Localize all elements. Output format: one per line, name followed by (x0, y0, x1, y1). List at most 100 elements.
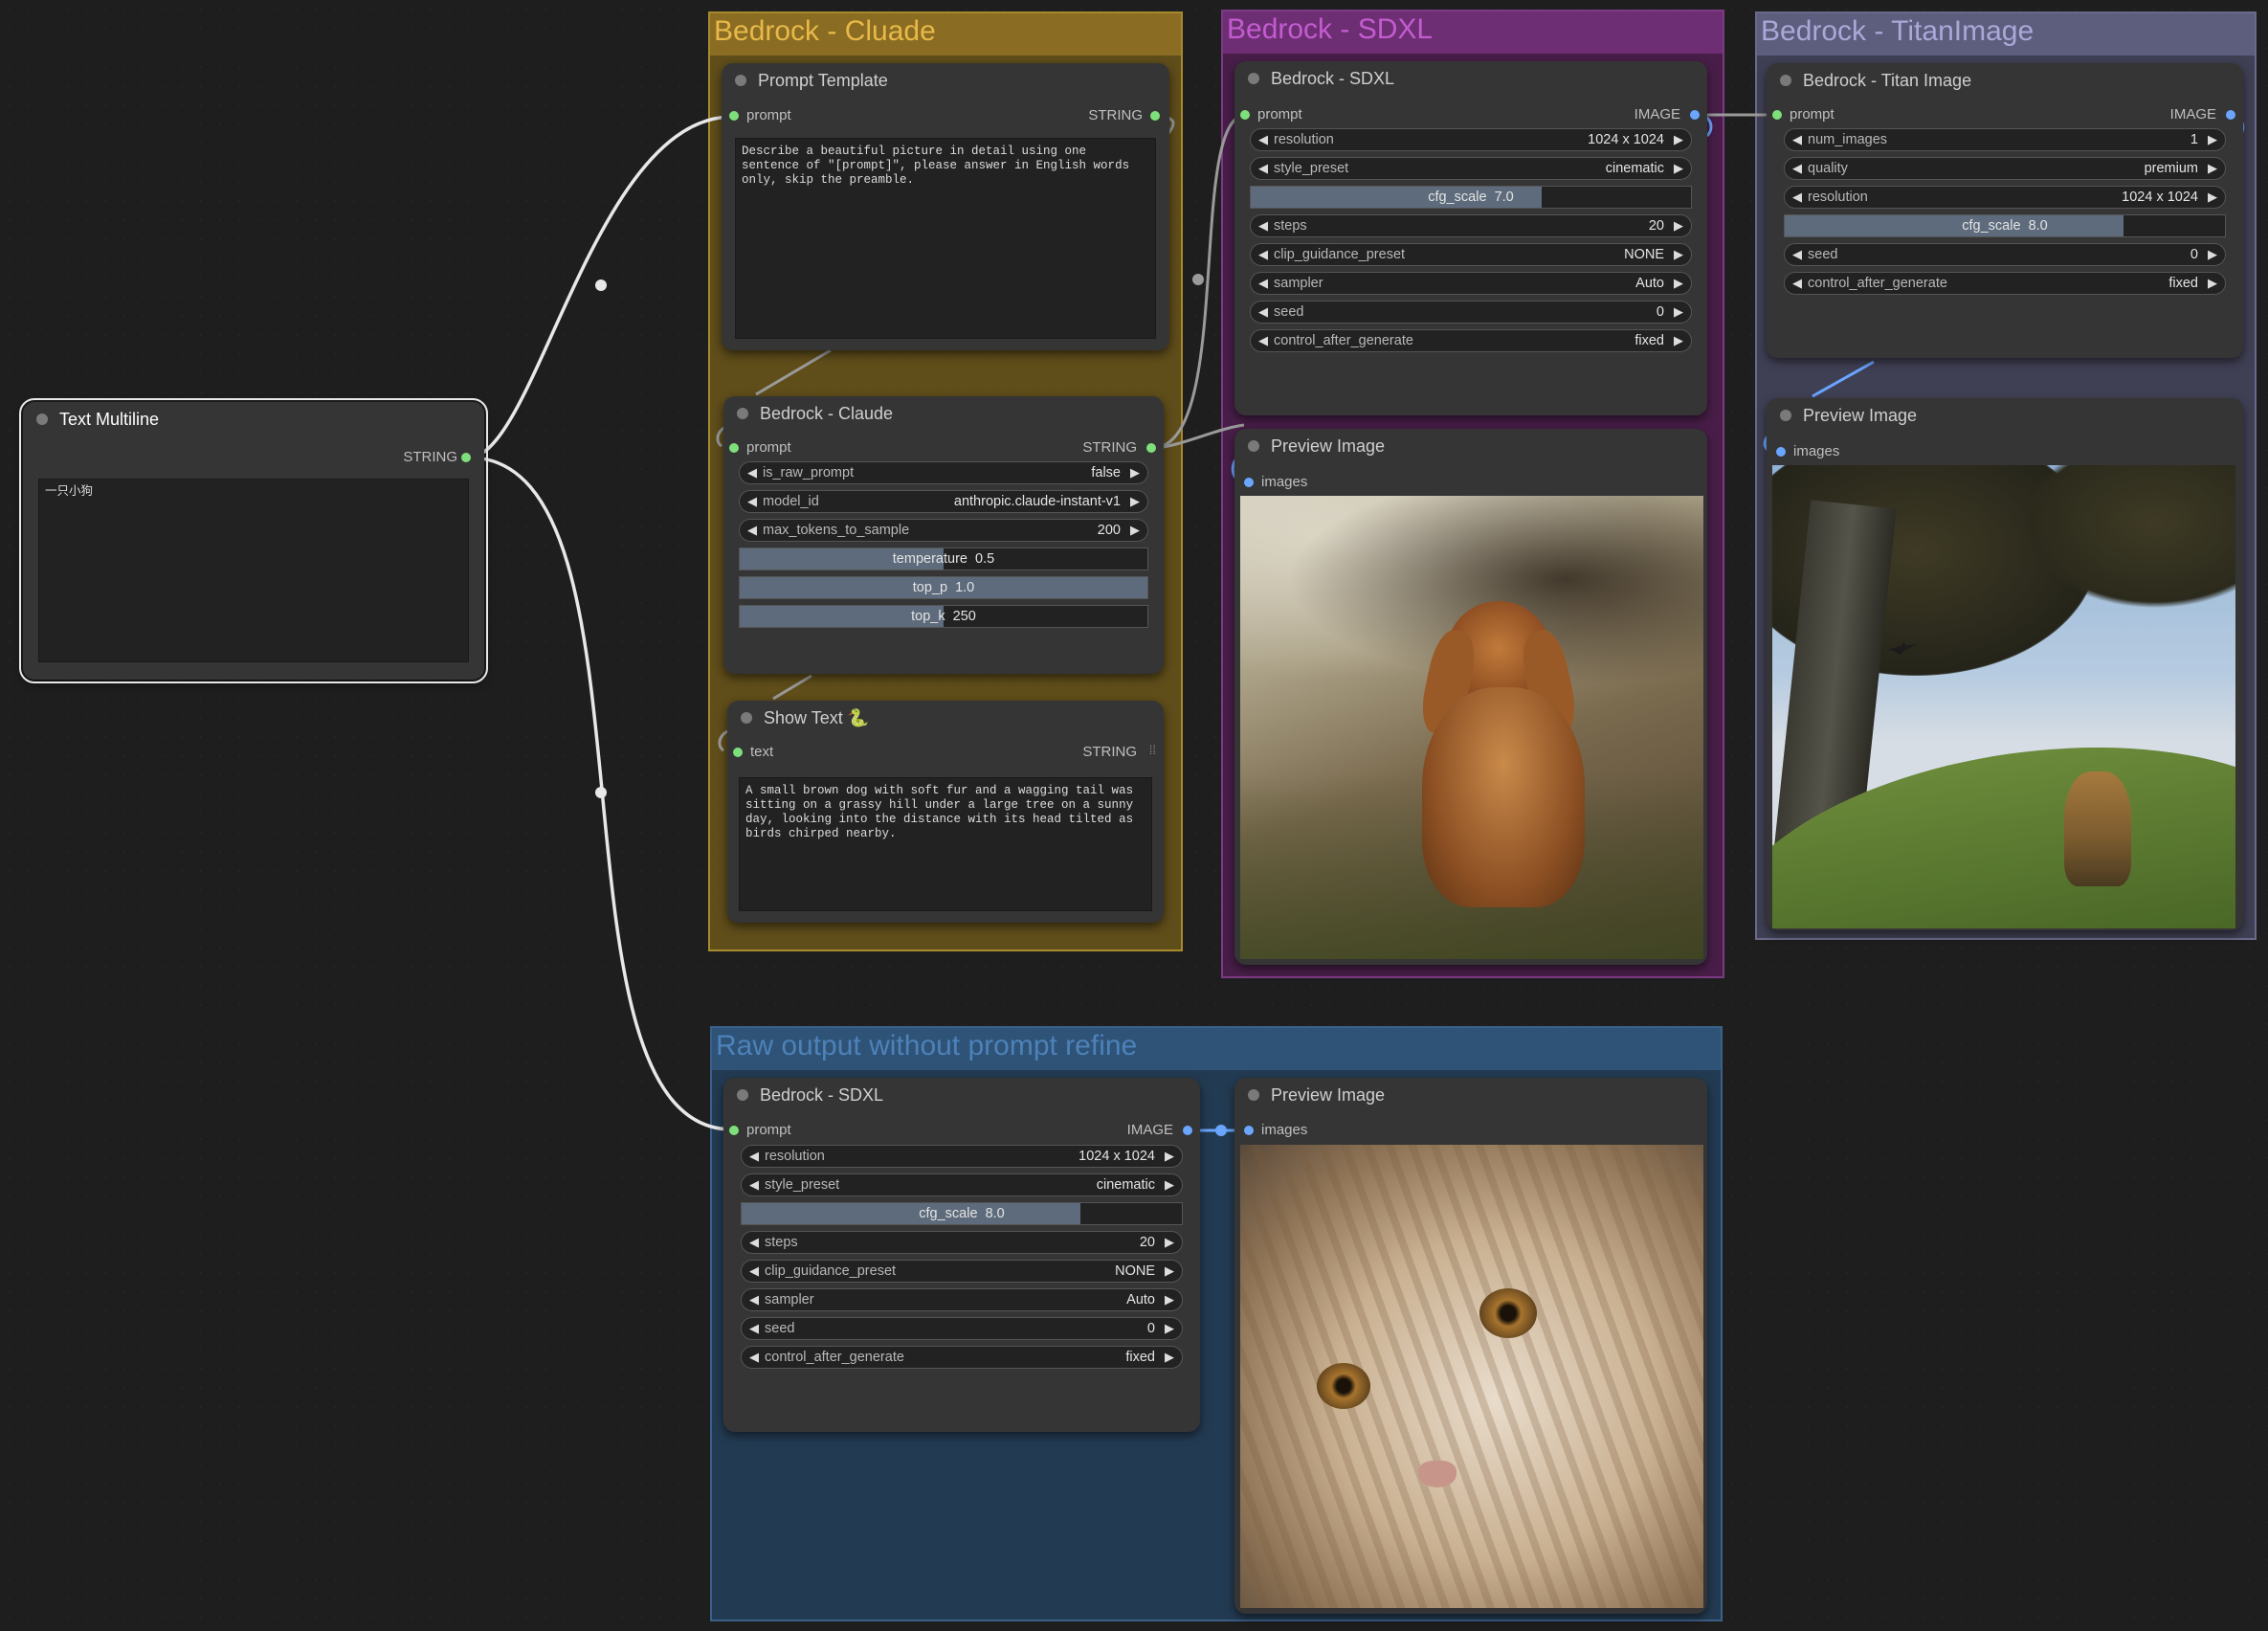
input-slot[interactable] (1244, 478, 1254, 487)
widget-clip-guidance[interactable]: ◀ clip_guidance_preset NONE ▶ (1250, 243, 1692, 266)
slider-temperature[interactable]: temperature 0.5 (739, 547, 1148, 570)
input-slot[interactable] (733, 748, 743, 757)
increment-arrow-icon[interactable]: ▶ (1165, 1292, 1174, 1307)
decrement-arrow-icon[interactable]: ◀ (747, 465, 757, 480)
node-bedrock-claude[interactable]: Bedrock - Claude prompt STRING ◀ is_raw_… (723, 396, 1164, 674)
generated-cat-image[interactable] (1240, 1145, 1703, 1608)
generated-titan-dog-image[interactable] (1772, 465, 2235, 928)
collapse-dot-icon[interactable] (36, 413, 48, 425)
increment-arrow-icon[interactable]: ▶ (1165, 1321, 1174, 1336)
increment-arrow-icon[interactable]: ▶ (1130, 494, 1140, 509)
output-slot[interactable] (1690, 110, 1700, 120)
decrement-arrow-icon[interactable]: ◀ (1792, 132, 1802, 147)
widget-num-images[interactable]: ◀ num_images 1 ▶ (1784, 128, 2226, 151)
node-header[interactable]: Preview Image (1767, 398, 2243, 433)
decrement-arrow-icon[interactable]: ◀ (749, 1292, 759, 1307)
increment-arrow-icon[interactable]: ▶ (1165, 1350, 1174, 1365)
decrement-arrow-icon[interactable]: ◀ (749, 1235, 759, 1250)
decrement-arrow-icon[interactable]: ◀ (747, 494, 757, 509)
decrement-arrow-icon[interactable]: ◀ (749, 1321, 759, 1336)
node-raw-bedrock-sdxl[interactable]: Bedrock - SDXL prompt IMAGE ◀ resolution… (723, 1078, 1200, 1432)
increment-arrow-icon[interactable]: ▶ (1674, 218, 1683, 234)
widget-steps[interactable]: ◀ steps 20 ▶ (741, 1231, 1183, 1254)
widget-seed[interactable]: ◀ seed 0 ▶ (741, 1317, 1183, 1340)
increment-arrow-icon[interactable]: ▶ (2208, 247, 2217, 262)
widget-is-raw-prompt[interactable]: ◀ is_raw_prompt false ▶ (739, 461, 1148, 484)
collapse-dot-icon[interactable] (1248, 73, 1259, 84)
node-header[interactable]: Bedrock - SDXL (723, 1078, 1200, 1112)
input-slot[interactable] (729, 443, 739, 453)
decrement-arrow-icon[interactable]: ◀ (747, 523, 757, 538)
decrement-arrow-icon[interactable]: ◀ (1258, 247, 1268, 262)
generated-dog-image[interactable] (1240, 496, 1703, 959)
output-slot[interactable] (461, 453, 471, 462)
widget-model-id[interactable]: ◀ model_id anthropic.claude-instant-v1 ▶ (739, 490, 1148, 513)
slider-cfg-scale[interactable]: cfg_scale 7.0 (1250, 186, 1692, 209)
collapse-dot-icon[interactable] (1780, 410, 1791, 421)
input-slot[interactable] (1244, 1126, 1254, 1135)
node-preview-image-sdxl[interactable]: Preview Image images (1234, 429, 1707, 965)
widget-max-tokens[interactable]: ◀ max_tokens_to_sample 200 ▶ (739, 519, 1148, 542)
input-slot[interactable] (1772, 110, 1782, 120)
increment-arrow-icon[interactable]: ▶ (2208, 276, 2217, 291)
increment-arrow-icon[interactable]: ▶ (1674, 132, 1683, 147)
increment-arrow-icon[interactable]: ▶ (1165, 1149, 1174, 1164)
increment-arrow-icon[interactable]: ▶ (1165, 1177, 1174, 1193)
node-preview-image-raw[interactable]: Preview Image images (1234, 1078, 1707, 1614)
widget-clip-guidance[interactable]: ◀ clip_guidance_preset NONE ▶ (741, 1260, 1183, 1283)
collapse-dot-icon[interactable] (1248, 440, 1259, 452)
decrement-arrow-icon[interactable]: ◀ (1792, 276, 1802, 291)
increment-arrow-icon[interactable]: ▶ (1674, 276, 1683, 291)
collapse-dot-icon[interactable] (737, 408, 748, 419)
increment-arrow-icon[interactable]: ▶ (2208, 190, 2217, 205)
node-header[interactable]: Bedrock - Titan Image (1767, 63, 2243, 98)
decrement-arrow-icon[interactable]: ◀ (749, 1350, 759, 1365)
output-slot[interactable] (1183, 1126, 1192, 1135)
widget-seed[interactable]: ◀ seed 0 ▶ (1784, 243, 2226, 266)
decrement-arrow-icon[interactable]: ◀ (749, 1263, 759, 1279)
node-show-text[interactable]: Show Text 🐍 text STRING ⁞⁞ A small brown… (727, 701, 1164, 923)
decrement-arrow-icon[interactable]: ◀ (1258, 161, 1268, 176)
increment-arrow-icon[interactable]: ▶ (2208, 161, 2217, 176)
decrement-arrow-icon[interactable]: ◀ (1258, 218, 1268, 234)
decrement-arrow-icon[interactable]: ◀ (1258, 304, 1268, 320)
widget-steps[interactable]: ◀ steps 20 ▶ (1250, 214, 1692, 237)
increment-arrow-icon[interactable]: ▶ (1674, 161, 1683, 176)
increment-arrow-icon[interactable]: ▶ (1674, 333, 1683, 348)
collapse-dot-icon[interactable] (1248, 1089, 1259, 1101)
input-slot[interactable] (1240, 110, 1250, 120)
widget-resolution[interactable]: ◀ resolution 1024 x 1024 ▶ (741, 1145, 1183, 1168)
decrement-arrow-icon[interactable]: ◀ (749, 1177, 759, 1193)
increment-arrow-icon[interactable]: ▶ (1674, 304, 1683, 320)
widget-resolution[interactable]: ◀ resolution 1024 x 1024 ▶ (1784, 186, 2226, 209)
collapse-dot-icon[interactable] (737, 1089, 748, 1101)
widget-resolution[interactable]: ◀ resolution 1024 x 1024 ▶ (1250, 128, 1692, 151)
node-preview-image-titan[interactable]: Preview Image images (1767, 398, 2243, 930)
decrement-arrow-icon[interactable]: ◀ (1792, 190, 1802, 205)
node-header[interactable]: Show Text 🐍 (727, 701, 1164, 735)
output-slot[interactable] (1146, 443, 1156, 453)
slider-top-p[interactable]: top_p 1.0 (739, 576, 1148, 599)
widget-style-preset[interactable]: ◀ style_preset cinematic ▶ (741, 1173, 1183, 1196)
decrement-arrow-icon[interactable]: ◀ (1792, 247, 1802, 262)
node-header[interactable]: Bedrock - Claude (723, 396, 1164, 431)
collapse-dot-icon[interactable] (735, 75, 746, 86)
collapse-dot-icon[interactable] (741, 712, 752, 724)
decrement-arrow-icon[interactable]: ◀ (749, 1149, 759, 1164)
node-header[interactable]: Preview Image (1234, 429, 1707, 463)
widget-control-after-generate[interactable]: ◀ control_after_generate fixed ▶ (741, 1346, 1183, 1369)
node-prompt-template[interactable]: Prompt Template prompt STRING Describe a… (722, 63, 1169, 350)
node-bedrock-sdxl[interactable]: Bedrock - SDXL prompt IMAGE ◀ resolution… (1234, 61, 1707, 415)
node-header[interactable]: Text Multiline (23, 402, 484, 436)
widget-control-after-generate[interactable]: ◀ control_after_generate fixed ▶ (1784, 272, 2226, 295)
slider-cfg-scale[interactable]: cfg_scale 8.0 (741, 1202, 1183, 1225)
increment-arrow-icon[interactable]: ▶ (1165, 1235, 1174, 1250)
widget-sampler[interactable]: ◀ sampler Auto ▶ (741, 1288, 1183, 1311)
text-multiline-textarea[interactable]: 一只小狗 (38, 479, 469, 662)
decrement-arrow-icon[interactable]: ◀ (1258, 132, 1268, 147)
increment-arrow-icon[interactable]: ▶ (1674, 247, 1683, 262)
decrement-arrow-icon[interactable]: ◀ (1258, 333, 1268, 348)
widget-control-after-generate[interactable]: ◀ control_after_generate fixed ▶ (1250, 329, 1692, 352)
increment-arrow-icon[interactable]: ▶ (1130, 465, 1140, 480)
increment-arrow-icon[interactable]: ▶ (1130, 523, 1140, 538)
